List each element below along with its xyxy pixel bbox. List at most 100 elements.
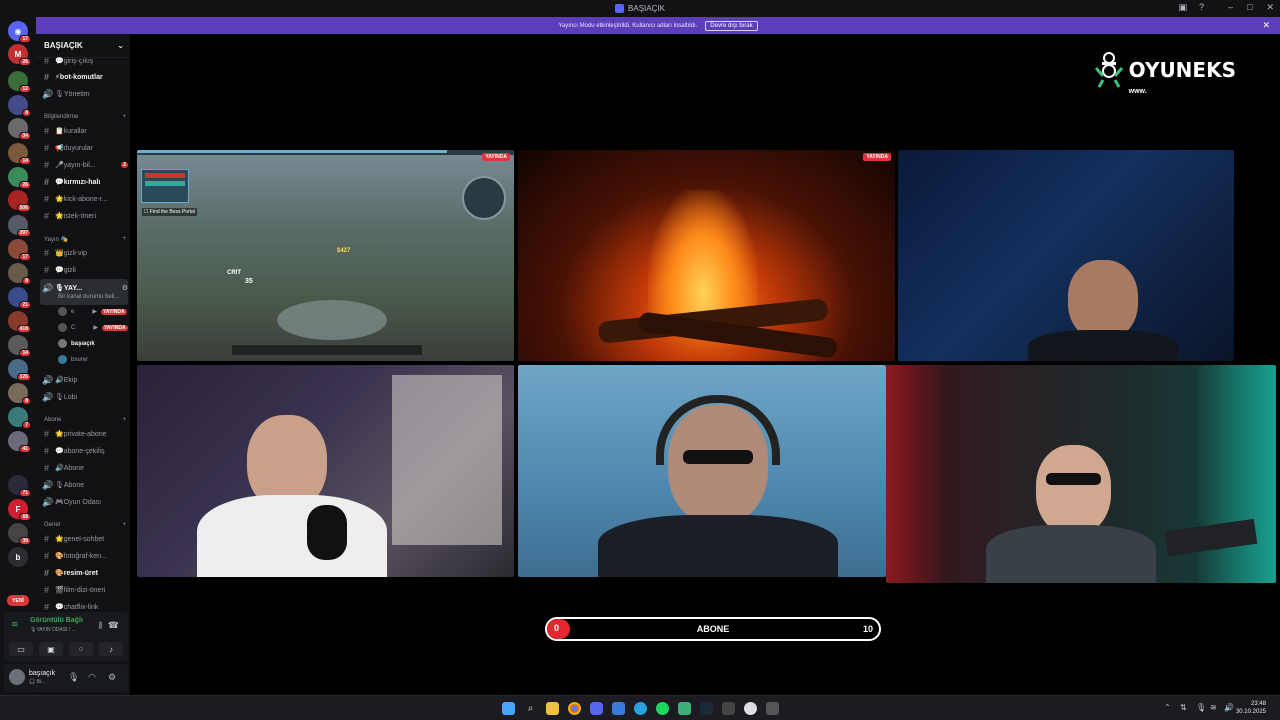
webcam-tile[interactable] [137, 365, 514, 577]
server-icon[interactable]: 34 [8, 118, 31, 140]
server-icon[interactable]: 126 [8, 359, 31, 381]
server-icon[interactable]: 39 [8, 523, 31, 545]
steam-icon[interactable] [700, 702, 713, 715]
webcam-tile[interactable] [518, 365, 886, 577]
microphone-icon[interactable]: 🎙 [68, 672, 79, 683]
signal-icon[interactable]: ≋ [11, 619, 19, 630]
channel-resim-uret[interactable]: # 🎨resim-üret [42, 566, 128, 580]
app-icon[interactable] [766, 702, 779, 715]
start-button[interactable] [502, 702, 515, 715]
channel-yayin-odasi[interactable]: 🔊 🎙YAY... ⚙ [42, 281, 128, 295]
add-channel-icon[interactable]: + [122, 236, 126, 243]
camera-button[interactable]: ▭ [9, 642, 33, 656]
category-abone[interactable]: Abone + [44, 417, 126, 423]
category-bilgilendirme[interactable]: Bilgilendirme + [44, 114, 126, 120]
webcam-tile[interactable] [898, 150, 1234, 361]
voice-member[interactable]: e ▶ YAYINDA [58, 307, 127, 316]
voice-member[interactable]: başıaçık [58, 339, 95, 348]
screen-share-button[interactable]: ▣ [39, 642, 63, 656]
server-icon[interactable]: 41 [8, 431, 31, 453]
avatar[interactable] [9, 669, 25, 685]
server-icon[interactable]: 12 [8, 71, 31, 93]
inbox-icon[interactable]: ▣ [1178, 2, 1187, 13]
server-icon[interactable]: 17 [8, 239, 31, 261]
server-icon[interactable]: 14 [8, 335, 31, 357]
username[interactable]: başıaçık [29, 670, 55, 677]
channel-kirmizi-hali[interactable]: # 💬kırmızı-halı [42, 175, 128, 189]
channel-yayin-bilgi[interactable]: # 🎤yayın-bil... 2 [42, 158, 128, 172]
server-icon[interactable]: 506 [8, 190, 31, 212]
file-explorer-icon[interactable] [546, 702, 559, 715]
channel-ekip[interactable]: 🔊 🔊Ekip [42, 373, 128, 387]
channel-gizli-vip[interactable]: # 👑gizli-vip [42, 246, 128, 260]
voice-status[interactable]: Görüntülü Bağlı [30, 617, 83, 624]
channel-kick-abone[interactable]: # 🌟kick-abone-r... [42, 192, 128, 206]
server-icon[interactable]: 7 [8, 407, 31, 429]
server-icon[interactable]: 8 [8, 263, 31, 285]
server-icon[interactable]: M 26 [8, 44, 31, 66]
server-icon[interactable]: 71 [8, 475, 31, 497]
discord-icon[interactable] [590, 702, 603, 715]
disable-streamer-mode-button[interactable]: Devre dışı bırak [705, 20, 758, 31]
direct-messages-button[interactable]: ◉ 17 [8, 21, 31, 43]
chevron-up-icon[interactable]: ⌃ [1164, 703, 1171, 712]
channel-settings-icon[interactable]: ⚙ [122, 284, 128, 292]
add-channel-icon[interactable]: + [122, 417, 126, 423]
webcam-tile[interactable] [886, 365, 1276, 583]
add-channel-icon[interactable]: + [122, 114, 126, 120]
channel-abone-cekilis[interactable]: # 💬abone-çekiliş [42, 444, 128, 458]
category-yayin[interactable]: Yayın 🎭 + [44, 236, 126, 243]
channel-abone-voice[interactable]: # 🔊Abone [42, 461, 128, 475]
channel-genel-sohbet[interactable]: # 🌟genel-sohbet [42, 532, 128, 546]
channel-film-dizi[interactable]: # 🎬film-dizi-öneri [42, 583, 128, 597]
fireplace-stream-tile[interactable]: YAYINDA [518, 150, 895, 361]
voice-channel-name[interactable]: 🎙YAYIN ODASI / ... [30, 627, 76, 633]
close-window-button[interactable]: ✕ [1266, 2, 1274, 13]
game-stream-tile[interactable]: ☐ Find the Boss Portal CRIT $427 35 YAYI… [137, 150, 514, 361]
maximize-button[interactable]: □ [1247, 2, 1252, 13]
wifi-icon[interactable]: ≋ [1210, 703, 1217, 712]
telegram-icon[interactable] [634, 702, 647, 715]
xbox-icon[interactable] [678, 702, 691, 715]
close-banner-button[interactable]: ✕ [1262, 20, 1270, 31]
minimize-button[interactable]: – [1228, 2, 1233, 13]
soundboard-button[interactable]: ♪ [99, 642, 123, 656]
server-icon[interactable]: b [8, 547, 28, 567]
server-icon[interactable]: 21 [8, 287, 31, 309]
server-icon[interactable]: 8 [8, 95, 31, 117]
add-channel-icon[interactable]: + [122, 522, 126, 528]
server-icon[interactable]: 26 [8, 167, 31, 189]
channel-fotograf[interactable]: # 🎨fotoğraf-ken... [42, 549, 128, 563]
new-badge[interactable]: YENİ [7, 595, 29, 606]
search-icon[interactable]: ⌕ [524, 702, 537, 715]
obs-icon[interactable] [744, 702, 757, 715]
disconnect-icon[interactable]: ☎ [108, 620, 119, 631]
voice-member[interactable]: bsurer [58, 355, 88, 364]
app-icon[interactable] [722, 702, 735, 715]
server-icon[interactable]: 418 [8, 311, 31, 333]
channel-lobi[interactable]: 🔊 🎙Lobi [42, 390, 128, 404]
chrome-icon[interactable] [568, 702, 581, 715]
store-icon[interactable] [612, 702, 625, 715]
clock[interactable]: 23:48 30.10.2025 [1236, 700, 1266, 716]
channel-giris-cikis[interactable]: # 💬giriş-çıkış [42, 54, 128, 68]
channel-yonetim[interactable]: 🔊 🎙Yönetim [42, 87, 128, 101]
noise-suppression-icon[interactable]: ⫼ [98, 621, 102, 631]
help-icon[interactable]: ? [1199, 2, 1204, 13]
chevron-down-icon[interactable]: ⌄ [117, 41, 124, 50]
channel-gizli[interactable]: # 💬gizli [42, 263, 128, 277]
voice-member[interactable]: C ▶ YAYINDA [58, 323, 128, 332]
channel-duyurular[interactable]: # 📢duyurular [42, 141, 128, 155]
channel-bot-komutlar[interactable]: # ⚡bot-komutlar [42, 70, 128, 84]
channel-oyun-odasi[interactable]: 🔊 🎮Oyun Odası [42, 495, 128, 509]
server-icon[interactable]: 397 [8, 215, 31, 237]
server-icon[interactable]: 14 [8, 143, 31, 165]
category-genel[interactable]: Genel + [44, 522, 126, 528]
server-icon[interactable]: 8 [8, 383, 31, 405]
spotify-icon[interactable] [656, 702, 669, 715]
channel-kurallar[interactable]: # 📋kurallar [42, 124, 128, 138]
microphone-icon[interactable]: 🎙 [1196, 703, 1206, 712]
server-icon[interactable]: F 68 [8, 499, 31, 521]
headphones-icon[interactable]: ◠ [88, 672, 96, 683]
volume-icon[interactable]: 🔊 [1224, 703, 1234, 712]
